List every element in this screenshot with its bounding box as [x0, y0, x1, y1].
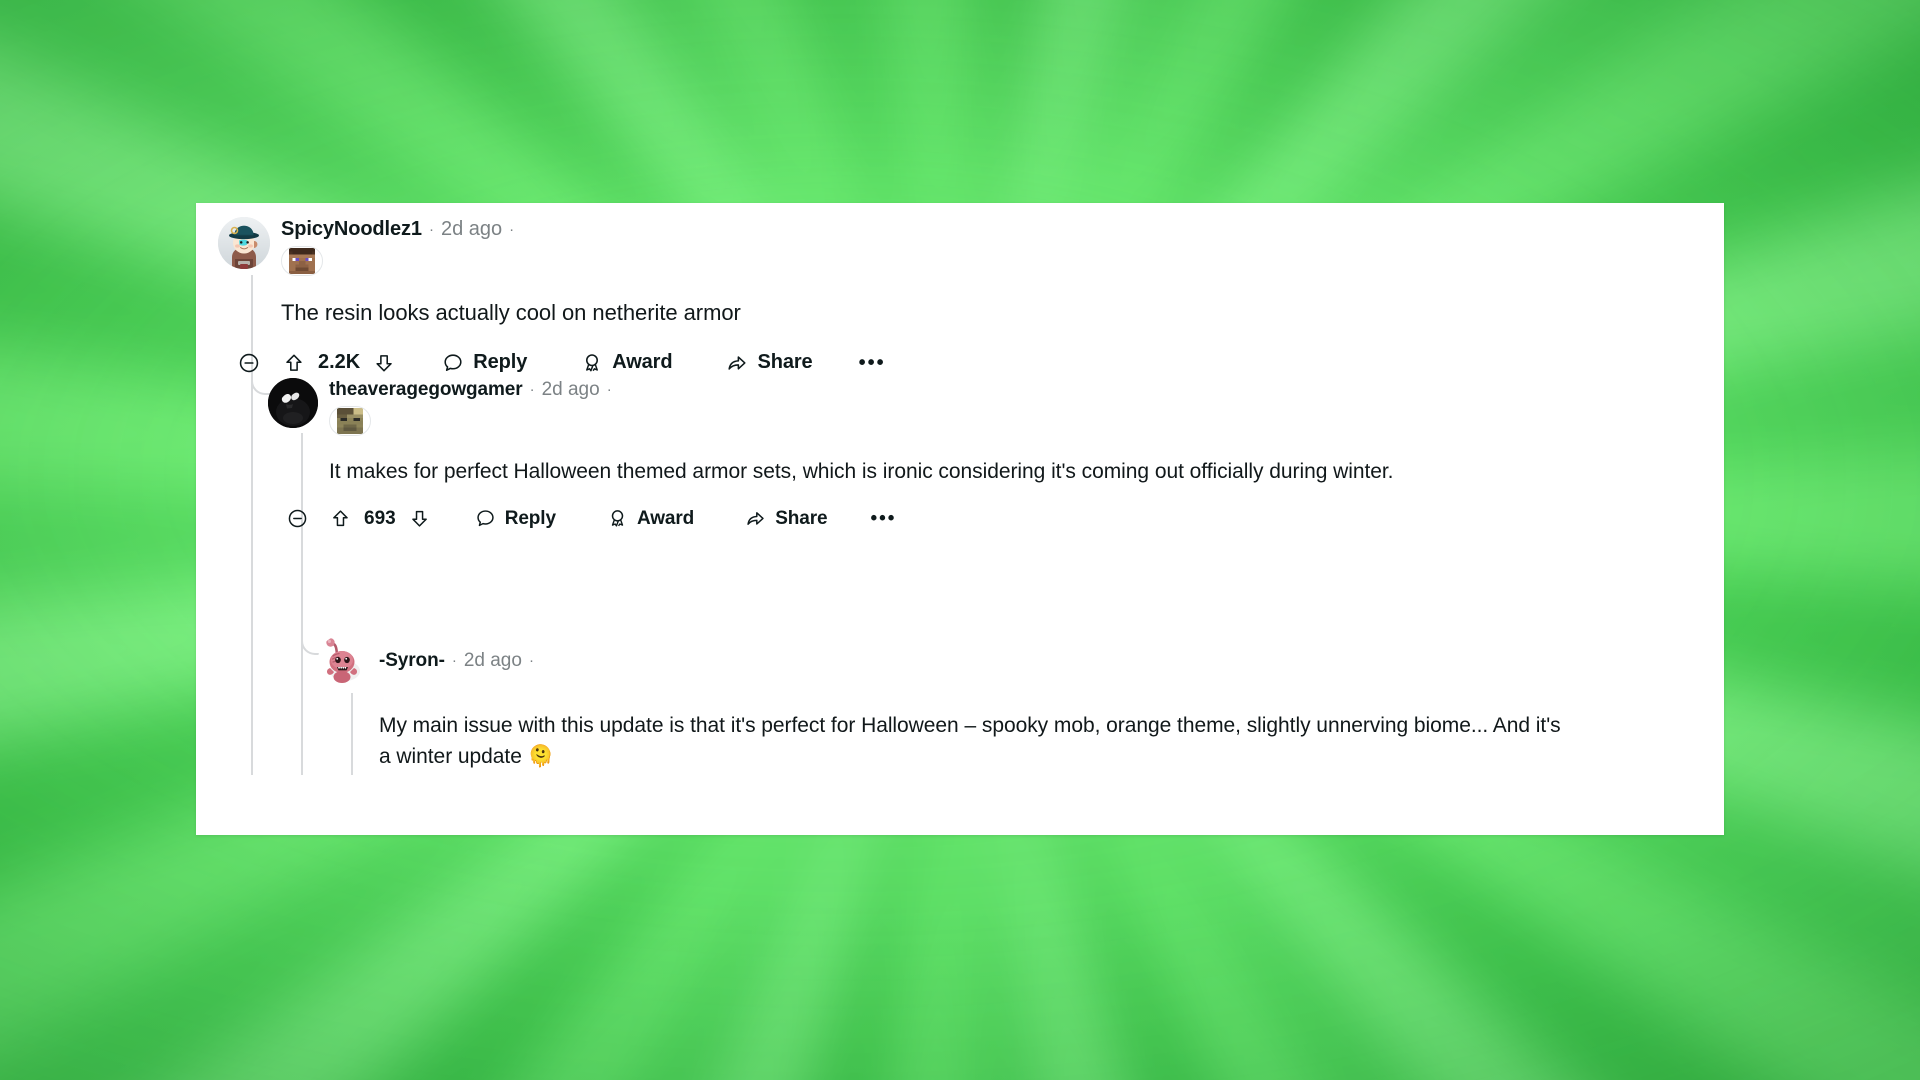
- comment-header: SpicyNoodlez1 · 2d ago ·: [218, 217, 1698, 276]
- comment-meta: -Syron- · 2d ago ·: [379, 651, 534, 670]
- reply-label: Reply: [473, 351, 528, 374]
- award-label: Award: [636, 507, 695, 529]
- avatar[interactable]: [218, 217, 270, 269]
- share-button[interactable]: Share: [710, 351, 828, 374]
- comment-action-bar: 693 Reply Award Share •••: [274, 508, 1698, 530]
- dark-photo-avatar-icon: [268, 378, 318, 428]
- comment-timestamp: 2d ago: [463, 649, 522, 671]
- user-flair[interactable]: [281, 246, 323, 276]
- comment-author[interactable]: -Syron-: [379, 651, 445, 670]
- upvote-button[interactable]: [274, 352, 314, 374]
- byline-separator-2: ·: [528, 651, 534, 669]
- comment-thread-card: SpicyNoodlez1 · 2d ago · The resin looks…: [196, 203, 1724, 835]
- reply-button[interactable]: Reply: [426, 351, 543, 374]
- byline-separator-2: ·: [509, 220, 515, 238]
- avatar[interactable]: [268, 378, 318, 428]
- more-options-label: •••: [858, 351, 886, 374]
- share-label: Share: [775, 507, 828, 529]
- upvote-arrow-icon: [333, 510, 348, 527]
- share-arrow-icon: [728, 356, 747, 370]
- comment-byline: SpicyNoodlez1 · 2d ago ·: [281, 219, 514, 239]
- byline-separator: ·: [529, 381, 535, 398]
- comment-timestamp: 2d ago: [440, 218, 503, 240]
- comment-byline: -Syron- · 2d ago ·: [379, 651, 534, 670]
- comment-action-bar: 2.2K Reply Award Share •••: [224, 351, 1698, 374]
- downvote-button[interactable]: [400, 508, 439, 529]
- comment-body: It makes for perfect Halloween themed ar…: [329, 460, 1394, 483]
- award-ribbon-icon: [611, 510, 624, 527]
- collapse-circle-minus-icon: [288, 510, 307, 528]
- comment-bubble-icon: [477, 510, 494, 527]
- comment-author[interactable]: theaveragegowgamer: [329, 380, 523, 399]
- comment-item: SpicyNoodlez1 · 2d ago · The resin looks…: [218, 217, 1698, 374]
- share-button[interactable]: Share: [730, 508, 842, 530]
- minecraft-husk-head-icon: [337, 408, 363, 434]
- comment-timestamp: 2d ago: [541, 379, 600, 400]
- melting-face-emoji: 🫠: [527, 744, 554, 768]
- pink-creature-avatar-icon: [318, 635, 368, 685]
- snoo-avatar-bowler-hat-icon: [218, 217, 270, 269]
- comment-meta: SpicyNoodlez1 · 2d ago ·: [281, 217, 514, 276]
- share-label: Share: [757, 351, 813, 374]
- comment-item: theaveragegowgamer · 2d ago · It makes f…: [268, 378, 1698, 530]
- comment-body-text: My main issue with this update is that i…: [379, 714, 1561, 768]
- user-flair[interactable]: [329, 406, 371, 436]
- upvote-arrow-icon: [286, 354, 302, 371]
- collapse-button[interactable]: [274, 508, 321, 529]
- byline-separator: ·: [428, 220, 434, 238]
- award-ribbon-icon: [586, 354, 599, 372]
- avatar[interactable]: [318, 635, 368, 685]
- comment-body: My main issue with this update is that i…: [379, 711, 1569, 773]
- more-options-button[interactable]: •••: [845, 351, 900, 374]
- award-button[interactable]: Award: [592, 508, 709, 530]
- comment-item: -Syron- · 2d ago · My main issue with th…: [318, 635, 1698, 773]
- share-arrow-icon: [747, 512, 764, 526]
- reply-button[interactable]: Reply: [460, 508, 571, 530]
- collapse-circle-minus-icon: [239, 353, 259, 373]
- minecraft-steve-head-icon: [289, 248, 315, 274]
- comment-header: theaveragegowgamer · 2d ago ·: [268, 378, 1698, 436]
- byline-separator-2: ·: [606, 381, 612, 398]
- comment-header: -Syron- · 2d ago ·: [318, 635, 1698, 685]
- vote-score: 693: [364, 507, 396, 529]
- vote-score: 2.2K: [318, 351, 361, 374]
- more-options-button[interactable]: •••: [858, 508, 910, 530]
- downvote-arrow-icon: [411, 511, 427, 527]
- comment-meta: theaveragegowgamer · 2d ago ·: [329, 378, 612, 436]
- byline-separator: ·: [451, 651, 457, 669]
- comment-bubble-icon: [444, 354, 462, 371]
- upvote-button[interactable]: [321, 508, 360, 529]
- reply-label: Reply: [504, 507, 556, 529]
- award-label: Award: [612, 351, 673, 374]
- downvote-button[interactable]: [364, 352, 404, 374]
- collapse-button[interactable]: [224, 352, 274, 374]
- comment-body: The resin looks actually cool on netheri…: [281, 300, 741, 325]
- more-options-label: •••: [870, 508, 897, 530]
- award-button[interactable]: Award: [565, 351, 688, 374]
- comment-byline: theaveragegowgamer · 2d ago ·: [329, 380, 612, 399]
- downvote-arrow-icon: [376, 354, 392, 372]
- comment-author[interactable]: SpicyNoodlez1: [281, 219, 422, 239]
